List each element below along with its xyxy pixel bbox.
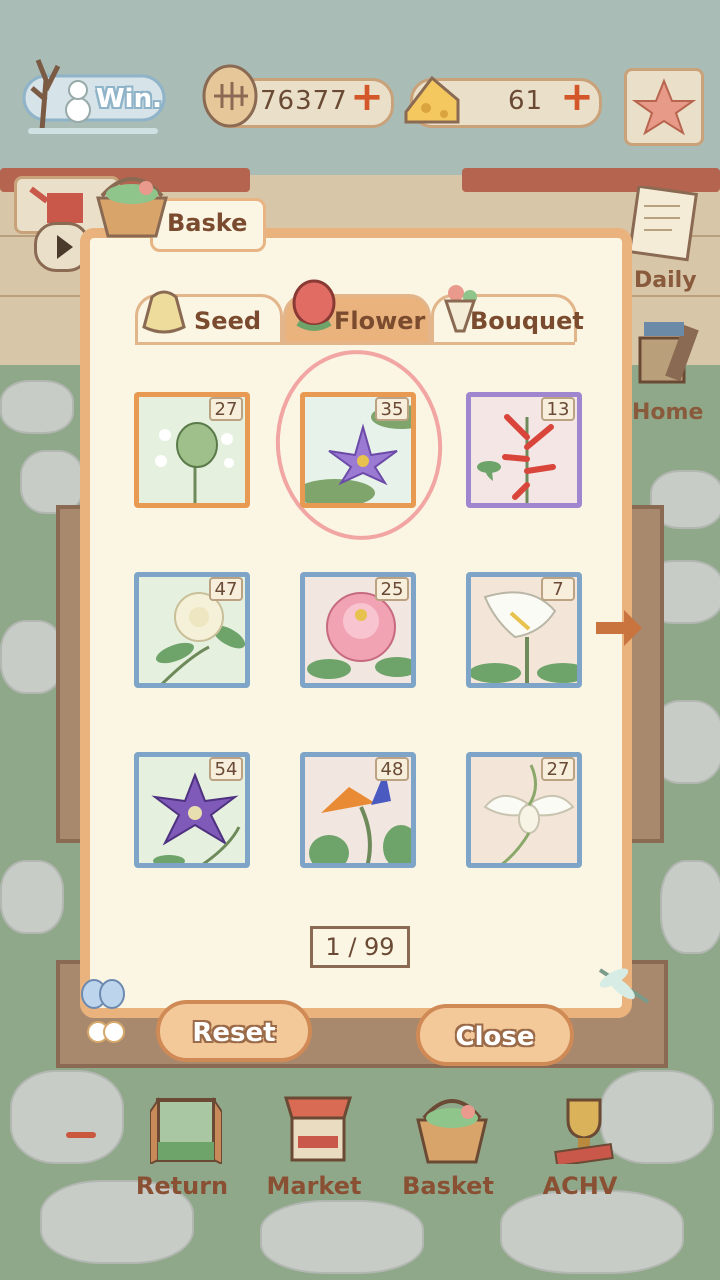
close-button[interactable]: Close (416, 1004, 574, 1066)
home-label: Home (632, 400, 704, 425)
stone (500, 1190, 684, 1274)
home-tools-icon (638, 322, 699, 384)
next-page-button[interactable] (594, 608, 644, 648)
tab-bouquet[interactable]: Bouquet (431, 285, 584, 342)
window-icon (150, 1096, 222, 1164)
item-count: 25 (375, 577, 409, 601)
tab-seed-label: Seed (194, 307, 262, 335)
flower-card-bird-of-paradise[interactable]: 48 (300, 752, 416, 868)
star-flower-icon (631, 78, 697, 136)
item-count: 54 (209, 757, 243, 781)
item-count: 13 (541, 397, 575, 421)
page-indicator: 1 / 99 (310, 926, 410, 968)
dock-market[interactable]: Market (264, 1092, 364, 1202)
item-count: 27 (209, 397, 243, 421)
stone (260, 1200, 424, 1274)
dock-market-label: Market (266, 1172, 362, 1200)
flower-card-calla[interactable]: 7 (466, 572, 582, 688)
flower-card-egret-orchid[interactable]: 27 (466, 752, 582, 868)
flower-card-allium[interactable]: 27 (134, 392, 250, 508)
item-count: 35 (375, 397, 409, 421)
item-count: 27 (541, 757, 575, 781)
weather-widget[interactable]: Win. (12, 40, 168, 140)
dock-dash (66, 1132, 96, 1138)
stone (0, 620, 64, 694)
cheese-value: 61 (508, 86, 544, 116)
reset-button[interactable]: Reset (156, 1000, 312, 1062)
flower-card-peony[interactable]: 25 (300, 572, 416, 688)
flower-card-gardenia[interactable]: 47 (134, 572, 250, 688)
add-coins-button[interactable]: + (350, 77, 384, 117)
daily-note-icon (627, 184, 699, 262)
tab-flower-label: Flower (334, 307, 426, 335)
star-flower-button[interactable] (624, 68, 704, 146)
stone (0, 860, 64, 934)
cheese-icon (402, 70, 462, 130)
flower-card-water-lily[interactable]: 35 (300, 392, 416, 508)
flower-card-clematis[interactable]: 54 (134, 752, 250, 868)
item-count: 47 (209, 577, 243, 601)
market-stall-icon (283, 1096, 353, 1162)
trophy-icon (554, 1098, 614, 1164)
dock-basket-label: Basket (402, 1172, 494, 1200)
daily-button[interactable] (626, 184, 706, 262)
tab-bouquet-label: Bouquet (470, 307, 584, 335)
stone (10, 1070, 124, 1164)
stone (660, 860, 720, 954)
daily-label: Daily (634, 268, 697, 293)
dock-achv-label: ACHV (542, 1172, 618, 1200)
dock-return[interactable]: Return (132, 1092, 232, 1202)
stone (0, 380, 74, 434)
dock-return-label: Return (135, 1172, 229, 1200)
dragonfly-icon (592, 962, 654, 1010)
panel-title: Baske (167, 209, 248, 237)
rose-icon (292, 279, 336, 331)
tab-seed[interactable]: Seed (135, 290, 283, 342)
item-count: 7 (541, 577, 575, 601)
home-button[interactable] (630, 318, 710, 394)
close-label: Close (455, 1022, 535, 1052)
butterfly-icon (80, 974, 126, 1050)
dock-achv[interactable]: ACHV (530, 1092, 630, 1202)
dock-basket[interactable]: Basket (398, 1092, 498, 1202)
add-cheese-button[interactable]: + (560, 77, 594, 117)
seed-bag-icon (142, 290, 186, 334)
item-count: 48 (375, 757, 409, 781)
basket-icon (416, 1099, 488, 1164)
arrow-right-icon (596, 610, 642, 646)
basket-title-icon (94, 166, 170, 242)
coins-value: 76377 (260, 86, 348, 116)
fishbone-icon (200, 62, 264, 132)
reset-label: Reset (192, 1018, 276, 1048)
flower-card-trumpet[interactable]: 13 (466, 392, 582, 508)
weather-label: Win. (96, 84, 162, 114)
tab-flower[interactable]: Flower (283, 279, 431, 342)
